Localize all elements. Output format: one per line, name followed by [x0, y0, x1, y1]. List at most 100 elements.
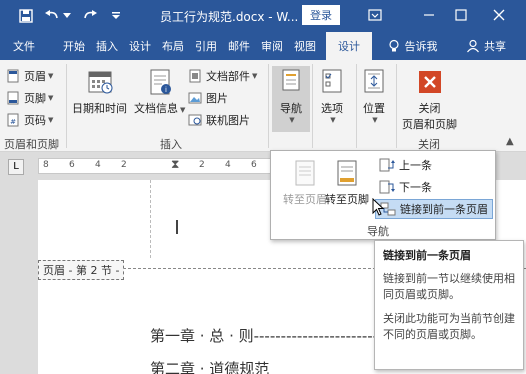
- ruler-tick: 6: [69, 160, 75, 170]
- options-label: 选项: [321, 102, 343, 115]
- save-icon[interactable]: [16, 6, 36, 26]
- login-button[interactable]: 登录: [302, 5, 340, 25]
- tooltip-title: 链接到前一条页眉: [383, 249, 471, 262]
- group-insert: 插入: [160, 138, 182, 151]
- picture-button[interactable]: 图片: [188, 90, 228, 106]
- footer-label: 页脚: [24, 92, 46, 105]
- tab-selector[interactable]: L: [8, 159, 24, 175]
- page-number-label: 页码: [24, 114, 46, 127]
- group-header-footer: 页眉和页脚: [4, 138, 59, 151]
- tooltip-paragraph-1: 链接到前一节以继续使用相同页眉或页脚。: [383, 272, 515, 301]
- group-navigation: 导航: [367, 225, 389, 238]
- group-divider: [66, 64, 67, 148]
- title-bar: 员工行为规范.docx - W... 登录: [0, 0, 526, 32]
- tab-insert[interactable]: 插入: [93, 32, 121, 60]
- date-time-label: 日期和时间: [72, 102, 127, 115]
- navigation-icon: [282, 69, 300, 91]
- options-icon: [322, 69, 342, 93]
- tab-design[interactable]: 设计: [126, 32, 154, 60]
- redo-icon[interactable]: [80, 6, 100, 26]
- close-header-footer-button[interactable]: 关闭 页眉和页脚: [402, 68, 457, 132]
- quick-parts-icon: [189, 69, 201, 83]
- customize-icon[interactable]: [106, 6, 126, 26]
- goto-header-button[interactable]: 转至页眉: [283, 159, 327, 207]
- tab-file[interactable]: 文件: [6, 32, 42, 60]
- tab-home[interactable]: 开始: [60, 32, 88, 60]
- tell-me[interactable]: 告诉我: [382, 32, 442, 60]
- tab-mailings[interactable]: 邮件: [225, 32, 253, 60]
- chapter-heading-2[interactable]: 第二章 · 道德规范: [150, 358, 269, 374]
- navigation-label: 导航: [280, 102, 302, 115]
- previous-icon: [379, 158, 395, 172]
- ruler-tick: 2: [121, 160, 127, 170]
- quick-parts-button[interactable]: 文档部件 ▼: [188, 68, 257, 84]
- previous-label: 上一条: [399, 159, 432, 172]
- picture-label: 图片: [206, 92, 228, 105]
- close-x-icon: [418, 71, 441, 93]
- header-label: 页眉: [24, 70, 46, 83]
- group-divider: [356, 64, 357, 148]
- options-button[interactable]: 选项 ▼: [318, 68, 346, 124]
- link-to-previous-label: 链接到前一条页眉: [400, 203, 488, 216]
- undo-icon[interactable]: [42, 6, 62, 26]
- person-icon: [467, 39, 479, 53]
- ruler-tick: 2: [199, 160, 205, 170]
- position-button[interactable]: 位置 ▼: [360, 68, 388, 124]
- position-icon: [364, 69, 384, 93]
- maximize-icon[interactable]: [448, 4, 474, 26]
- undo-dropdown-icon[interactable]: [62, 6, 72, 26]
- goto-header-label: 转至页眉: [283, 193, 327, 206]
- next-icon: [379, 180, 395, 194]
- calendar-icon: [88, 71, 112, 94]
- footer-button[interactable]: 页脚 ▼: [6, 90, 53, 106]
- tab-references[interactable]: 引用: [192, 32, 220, 60]
- online-picture-button[interactable]: 联机图片: [188, 112, 250, 128]
- close-icon[interactable]: [486, 4, 512, 26]
- group-divider: [268, 64, 269, 148]
- goto-header-icon: [295, 160, 315, 186]
- document-info-button[interactable]: i 文档信息 ▼: [134, 68, 185, 116]
- ribbon: 页眉 ▼ 页脚 ▼ # 页码 ▼ 页眉和页脚 日期和时间 i 文档信息 ▼ 文档部件 ▼ …: [0, 60, 526, 152]
- tab-layout[interactable]: 布局: [159, 32, 187, 60]
- tell-me-label: 告诉我: [404, 40, 438, 53]
- previous-button[interactable]: 上一条: [375, 155, 436, 175]
- ribbon-tabs: 文件 开始 插入 设计 布局 引用 邮件 审阅 视图 设计 告诉我 共享: [0, 32, 526, 60]
- tooltip: 链接到前一条页眉 链接到前一节以继续使用相同页眉或页脚。 关闭此功能可为当前节创…: [374, 240, 524, 370]
- svg-text:i: i: [165, 86, 167, 94]
- tab-view[interactable]: 视图: [291, 32, 319, 60]
- document-info-label: 文档信息 ▼: [134, 102, 186, 115]
- link-to-previous-button[interactable]: 链接到前一条页眉: [375, 199, 493, 219]
- online-picture-label: 联机图片: [206, 114, 250, 127]
- next-label: 下一条: [399, 181, 432, 194]
- lightbulb-icon: [388, 39, 399, 52]
- position-label: 位置: [363, 102, 385, 115]
- date-time-button[interactable]: 日期和时间: [72, 68, 127, 116]
- text-cursor: [176, 220, 178, 234]
- page-number-button[interactable]: # 页码 ▼: [6, 112, 53, 128]
- goto-footer-icon: [337, 160, 357, 186]
- goto-footer-button[interactable]: 转至页脚: [325, 159, 369, 207]
- collapse-ribbon-icon[interactable]: ▲: [506, 136, 514, 147]
- tooltip-paragraph-2: 关闭此功能可为当前节创建不同的页眉或页脚。: [383, 312, 515, 341]
- header-button[interactable]: 页眉 ▼: [6, 68, 53, 84]
- ribbon-options-icon[interactable]: [362, 4, 388, 26]
- page-number-icon: #: [7, 113, 19, 127]
- margin-guide: [150, 180, 151, 258]
- chapter-heading-1[interactable]: 第一章 · 总 · 则-----------------------------: [150, 325, 411, 346]
- tab-review[interactable]: 审阅: [258, 32, 286, 60]
- ruler-tick: 4: [95, 160, 101, 170]
- close-label-line1: 关闭: [418, 102, 441, 115]
- tab-header-footer-design[interactable]: 设计: [326, 32, 372, 60]
- minimize-icon[interactable]: [416, 4, 442, 26]
- navigation-button[interactable]: 导航 ▼: [272, 66, 310, 132]
- svg-text:#: #: [10, 118, 16, 126]
- share-button[interactable]: 共享: [458, 32, 514, 60]
- header-icon: [7, 69, 19, 83]
- indent-marker-icon[interactable]: ⧗: [171, 157, 179, 172]
- footer-icon: [7, 91, 19, 105]
- goto-footer-label: 转至页脚: [325, 193, 369, 206]
- next-button[interactable]: 下一条: [375, 177, 436, 197]
- navigation-dropdown: 转至页眉 转至页脚 上一条 下一条 链接到前一条页眉 导航: [270, 150, 496, 240]
- ruler-tick: 4: [225, 160, 231, 170]
- vertical-ruler: [0, 180, 38, 374]
